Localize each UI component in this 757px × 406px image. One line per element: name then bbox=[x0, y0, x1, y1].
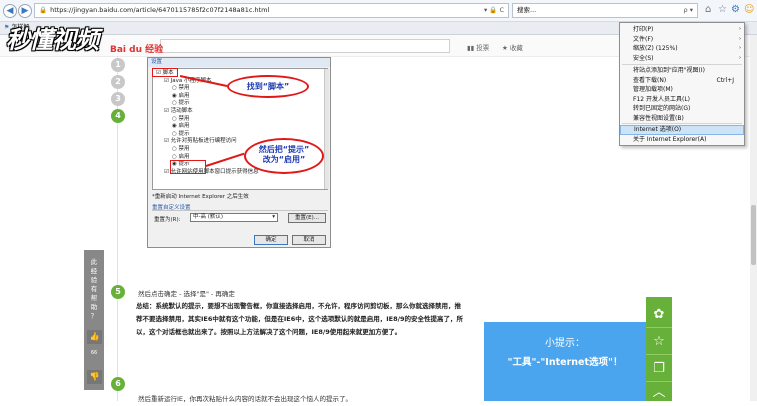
like-icon[interactable]: 👍 bbox=[87, 330, 102, 344]
chevron-down-icon: ▾ bbox=[272, 214, 275, 220]
page-scroll-thumb[interactable] bbox=[751, 205, 756, 265]
tip-box: 小提示： "工具"-"Internet选项"！ bbox=[484, 322, 646, 401]
smiley-icon[interactable]: ☺ bbox=[744, 4, 754, 15]
home-icon[interactable]: ⌂ bbox=[705, 4, 711, 15]
menu-item[interactable]: 兼容性视图设置(B) bbox=[620, 114, 744, 124]
back-button[interactable]: ◀ bbox=[3, 4, 17, 18]
menu-item-label: 转到已固定的网站(G) bbox=[633, 105, 691, 112]
back-arrow-icon: ◀ bbox=[6, 6, 14, 16]
menu-item-label: 查看下载(N) bbox=[633, 76, 667, 84]
menu-item-label: Internet 选项(O) bbox=[634, 126, 682, 133]
lock-icon: 🔒 bbox=[39, 6, 48, 14]
highlight-script bbox=[152, 68, 178, 77]
step-6: 6 bbox=[111, 377, 125, 391]
menu-item-label: F12 开发人员工具(L) bbox=[633, 95, 691, 103]
reset-divider bbox=[152, 210, 328, 211]
tip-text: "工具"-"Internet选项"！ bbox=[507, 357, 623, 368]
browser-toolbar: ◀ ▶ 🔒 https://jingyan.baidu.com/article/6… bbox=[0, 0, 757, 22]
search-icon[interactable]: ρ ▾ bbox=[684, 4, 693, 17]
menu-item[interactable]: 缩放(Z) (125%) › bbox=[620, 44, 744, 54]
settings-scrollbar[interactable] bbox=[324, 69, 329, 189]
helpful-question: 此经验有帮助？ bbox=[90, 258, 98, 320]
watermark-logo: 秒懂视频 bbox=[6, 26, 99, 54]
menu-item-label: 管理加载项(M) bbox=[633, 86, 673, 93]
step5-title: 然后点击确定 - 选择"是" - 再确定 bbox=[138, 290, 235, 298]
menu-item-label: 将站点添加到"应用"视图(I) bbox=[633, 67, 705, 74]
gear-icon[interactable]: ⚙ bbox=[731, 4, 740, 15]
menu-item-label: 打印(P) bbox=[633, 26, 654, 33]
setting-item[interactable]: ◉ 启用 bbox=[156, 123, 324, 131]
menu-item-label: 安全(S) bbox=[633, 54, 654, 62]
dialog-caption: 设置 bbox=[148, 58, 330, 67]
menu-item[interactable]: 管理加载项(M) bbox=[620, 85, 744, 95]
like-count: 66 bbox=[90, 350, 98, 356]
ok-button[interactable]: 确定 bbox=[254, 235, 288, 245]
menu-item[interactable]: 打印(P) › bbox=[620, 25, 744, 35]
address-bar[interactable]: 🔒 https://jingyan.baidu.com/article/64701… bbox=[34, 3, 509, 18]
vote-link[interactable]: ▮▮ 投票 bbox=[467, 42, 489, 52]
step-4: 4 bbox=[111, 109, 125, 123]
step-2: 2 bbox=[111, 75, 125, 89]
menu-item[interactable]: 转到已固定的网站(G) bbox=[620, 104, 744, 114]
forward-arrow-icon: ▶ bbox=[21, 6, 29, 16]
submenu-arrow-icon: › bbox=[739, 54, 741, 61]
address-controls[interactable]: ▾ 🔒 C bbox=[484, 4, 504, 17]
submenu-arrow-icon: › bbox=[739, 35, 741, 42]
url-text: https://jingyan.baidu.com/article/647011… bbox=[50, 6, 270, 14]
step-1: 1 bbox=[111, 58, 125, 72]
forward-button[interactable]: ▶ bbox=[18, 4, 32, 18]
page-search-input[interactable] bbox=[160, 39, 450, 53]
menu-separator bbox=[622, 64, 742, 65]
step-3: 3 bbox=[111, 92, 125, 106]
step-5: 5 bbox=[111, 285, 125, 299]
menu-item[interactable]: 关于 Internet Explorer(A) bbox=[620, 135, 744, 145]
highlight-prompt bbox=[170, 160, 206, 174]
reset-level-select[interactable]: 中-高 (默认) ▾ bbox=[190, 213, 278, 222]
document-icon[interactable]: ❐ bbox=[646, 356, 672, 382]
favorite-link[interactable]: ★ 收藏 bbox=[502, 42, 523, 52]
menu-item[interactable]: F12 开发人员工具(L) bbox=[620, 95, 744, 105]
submenu-arrow-icon: › bbox=[739, 26, 741, 32]
callout-change-prompt: 然后把“提示” 改为“启用” bbox=[244, 138, 324, 174]
summary-text: 总结：系统默认的提示，要想不出现警告框，你直接选择启用，不允许，程序访问剪切板，… bbox=[136, 302, 464, 336]
menu-item[interactable]: 查看下载(N) Ctrl+J bbox=[620, 76, 744, 86]
search-placeholder: 搜索... bbox=[517, 6, 537, 14]
cancel-button[interactable]: 取消 bbox=[292, 235, 326, 245]
menu-item-label: 兼容性视图设置(B) bbox=[633, 114, 684, 122]
share-icon[interactable]: ✿ bbox=[646, 302, 672, 328]
step6-text: 然后重新运行IE，你再次粘贴什么内容的话就不会出现这个恼人的提示了。 bbox=[138, 395, 353, 403]
menu-item-label: 文件(F) bbox=[633, 35, 654, 43]
restart-note: *重新启动 Internet Explorer 之后生效 bbox=[152, 194, 249, 200]
baidu-jingyan-logo: Bai du 经验 bbox=[110, 45, 164, 55]
menu-item-label: 缩放(Z) (125%) bbox=[633, 45, 678, 52]
menu-item[interactable]: 将站点添加到"应用"视图(I) bbox=[620, 66, 744, 76]
menu-item-shortcut: Ctrl+J bbox=[716, 76, 734, 84]
callout-find-script: 找到“脚本” bbox=[227, 75, 309, 98]
setting-item[interactable]: ☑ 活动脚本 bbox=[156, 108, 324, 116]
step-timeline bbox=[117, 56, 118, 401]
star-icon[interactable]: ☆ bbox=[718, 4, 727, 15]
setting-item[interactable]: ○ 提示 bbox=[156, 100, 324, 108]
dislike-icon[interactable]: 👎 bbox=[87, 370, 102, 384]
menu-separator bbox=[622, 123, 742, 124]
reset-to-label: 重置为(R): bbox=[154, 217, 181, 223]
menu-item[interactable]: Internet 选项(O) bbox=[620, 125, 744, 135]
tools-menu: 打印(P) › 文件(F) › 缩放(Z) (125%) › 安全(S) › 将站点添加到"应用… bbox=[619, 22, 745, 146]
submenu-arrow-icon: › bbox=[739, 45, 741, 51]
tip-title: 小提示： bbox=[545, 338, 585, 349]
menu-item[interactable]: 文件(F) › bbox=[620, 35, 744, 45]
bookmark-star-icon[interactable]: ☆ bbox=[646, 329, 672, 355]
back-to-top-icon[interactable]: ︿ bbox=[646, 380, 672, 406]
menu-item[interactable]: 安全(S) › bbox=[620, 54, 744, 64]
menu-item-label: 关于 Internet Explorer(A) bbox=[633, 136, 707, 143]
reset-button[interactable]: 重置(E)... bbox=[288, 213, 326, 223]
search-input[interactable]: 搜索... ρ ▾ bbox=[512, 3, 698, 18]
